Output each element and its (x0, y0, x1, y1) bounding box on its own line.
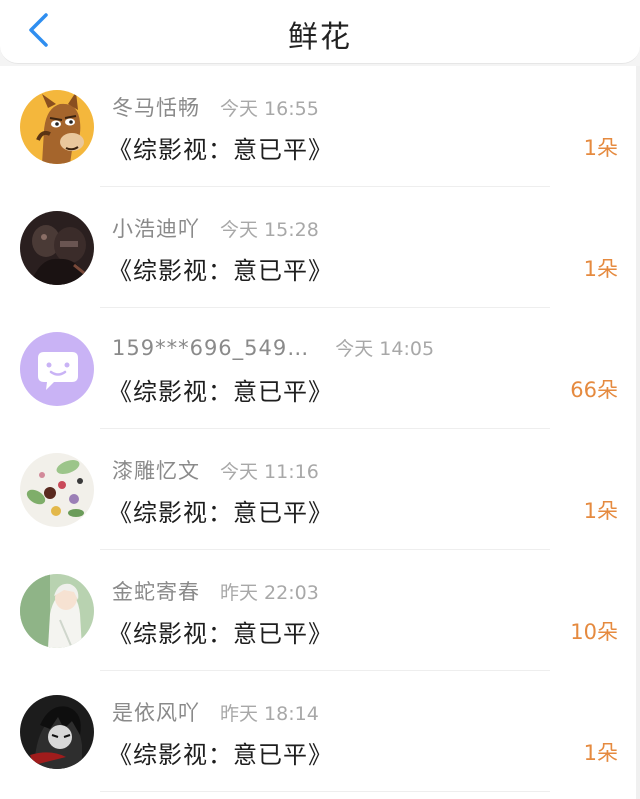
divider (100, 791, 550, 792)
item-meta: 金蛇寄春 昨天 22:03 (112, 576, 319, 606)
book-title[interactable]: 《综影视：意已平》 (108, 614, 333, 649)
list-item[interactable]: 是依风吖 昨天 18:14 《综影视：意已平》 1朵 (0, 671, 640, 792)
flower-count: 1朵 (583, 741, 618, 765)
avatar[interactable] (20, 90, 94, 164)
username[interactable]: 金蛇寄春 (112, 576, 200, 606)
avatar[interactable] (20, 453, 94, 527)
list-item[interactable]: 金蛇寄春 昨天 22:03 《综影视：意已平》 10朵 (0, 550, 640, 671)
list-item[interactable]: 漆雕忆文 今天 11:16 《综影视：意已平》 1朵 (0, 429, 640, 550)
item-meta: 是依风吖 昨天 18:14 (112, 697, 319, 727)
book-title[interactable]: 《综影视：意已平》 (108, 493, 333, 528)
dark-photo-avatar-icon (20, 211, 94, 285)
username[interactable]: 159***696_549… (112, 336, 309, 360)
flower-count: 10朵 (570, 620, 618, 644)
flower-count: 66朵 (570, 378, 618, 402)
item-meta: 159***696_549… 今天 14:05 (112, 334, 434, 364)
avatar[interactable] (20, 574, 94, 648)
item-meta: 漆雕忆文 今天 11:16 (112, 455, 319, 485)
top-bar: 鲜花 (0, 0, 640, 64)
book-title[interactable]: 《综影视：意已平》 (108, 251, 333, 286)
avatar[interactable] (20, 211, 94, 285)
item-meta: 小浩迪吖 今天 15:28 (112, 213, 319, 243)
timestamp: 昨天 22:03 (220, 582, 319, 604)
page-title: 鲜花 (288, 20, 352, 55)
anime-character-avatar-icon (20, 574, 94, 648)
username[interactable]: 小浩迪吖 (112, 213, 200, 243)
default-chat-bubble-avatar-icon (20, 332, 94, 406)
flower-list: 冬马恬畅 今天 16:55 《综影视：意已平》 1朵 小浩迪吖 今天 15:28… (0, 66, 640, 799)
timestamp: 今天 11:16 (220, 461, 319, 483)
book-title[interactable]: 《综影视：意已平》 (108, 735, 333, 770)
timestamp: 今天 16:55 (220, 98, 319, 120)
avatar[interactable] (20, 695, 94, 769)
timestamp: 今天 14:05 (335, 338, 435, 360)
book-title[interactable]: 《综影视：意已平》 (108, 130, 333, 165)
username[interactable]: 冬马恬畅 (112, 92, 200, 122)
list-item[interactable]: 159***696_549… 今天 14:05 《综影视：意已平》 66朵 (0, 308, 640, 429)
item-meta: 冬马恬畅 今天 16:55 (112, 92, 319, 122)
flower-count: 1朵 (583, 257, 618, 281)
username[interactable]: 漆雕忆文 (112, 455, 200, 485)
flower-count: 1朵 (583, 136, 618, 160)
flower-count: 1朵 (583, 499, 618, 523)
list-item[interactable]: 小浩迪吖 今天 15:28 《综影视：意已平》 1朵 (0, 187, 640, 308)
timestamp: 今天 15:28 (220, 219, 319, 241)
timestamp: 昨天 18:14 (220, 703, 319, 725)
list-item[interactable]: 冬马恬畅 今天 16:55 《综影视：意已平》 1朵 (0, 66, 640, 187)
scrollbar[interactable] (636, 66, 640, 799)
dark-anime-avatar-icon (20, 695, 94, 769)
book-title[interactable]: 《综影视：意已平》 (108, 372, 333, 407)
cartoon-horse-avatar-icon (20, 90, 94, 164)
avatar[interactable] (20, 332, 94, 406)
username[interactable]: 是依风吖 (112, 697, 200, 727)
flowers-collage-avatar-icon (20, 453, 94, 527)
